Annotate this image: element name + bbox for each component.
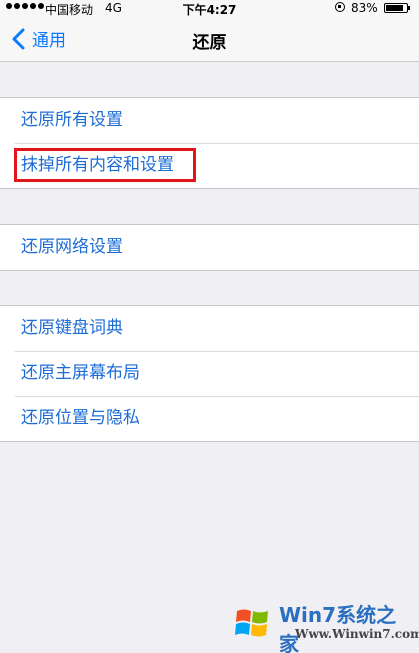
battery-percentage: 83% bbox=[351, 1, 378, 15]
watermark: Win7系统之家 Www.Winwin7.com bbox=[215, 597, 419, 653]
watermark-title: Win7系统之家 bbox=[279, 603, 397, 653]
watermark-url: Www.Winwin7.com bbox=[295, 627, 419, 641]
header: 中国移动 4G 下午4:27 83% 通用 还原 bbox=[0, 0, 419, 62]
reset-group-3: 还原键盘词典 还原主屏幕布局 还原位置与隐私 bbox=[0, 305, 419, 442]
navigation-bar: 通用 还原 bbox=[0, 18, 419, 62]
erase-all-content-row[interactable]: 抹掉所有内容和设置 bbox=[0, 143, 419, 188]
reset-network-settings-label: 还原网络设置 bbox=[21, 237, 123, 257]
reset-keyboard-dictionary-label: 还原键盘词典 bbox=[21, 318, 123, 338]
reset-group-1: 还原所有设置 抹掉所有内容和设置 bbox=[0, 97, 419, 189]
reset-settings-screen: 中国移动 4G 下午4:27 83% 通用 还原 还原所有设置 抹掉所有内容和设… bbox=[0, 0, 419, 653]
windows-logo-icon bbox=[235, 609, 268, 637]
page-title: 还原 bbox=[192, 33, 227, 53]
reset-keyboard-dictionary-row[interactable]: 还原键盘词典 bbox=[0, 306, 419, 351]
reset-all-settings-label: 还原所有设置 bbox=[21, 110, 123, 130]
erase-all-content-label: 抹掉所有内容和设置 bbox=[21, 155, 174, 175]
orientation-lock-icon bbox=[335, 2, 345, 12]
reset-location-privacy-label: 还原位置与隐私 bbox=[21, 408, 140, 428]
battery-icon bbox=[384, 3, 410, 13]
reset-home-screen-layout-label: 还原主屏幕布局 bbox=[21, 363, 140, 383]
reset-all-settings-row[interactable]: 还原所有设置 bbox=[0, 98, 419, 143]
reset-location-privacy-row[interactable]: 还原位置与隐私 bbox=[0, 396, 419, 441]
status-bar: 中国移动 4G 下午4:27 83% bbox=[0, 0, 419, 18]
reset-group-2: 还原网络设置 bbox=[0, 224, 419, 271]
reset-home-screen-layout-row[interactable]: 还原主屏幕布局 bbox=[0, 351, 419, 396]
reset-network-settings-row[interactable]: 还原网络设置 bbox=[0, 225, 419, 270]
